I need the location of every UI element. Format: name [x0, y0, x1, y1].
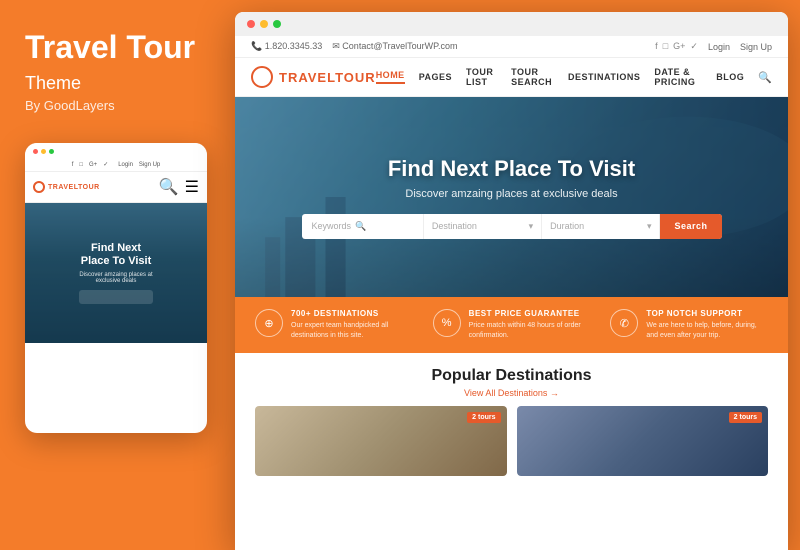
feature-destinations: ⊕ 700+ DESTINATIONS Our expert team hand…	[255, 309, 413, 341]
dropdown-chevron: ▾	[529, 221, 534, 232]
mobile-search-bar	[79, 290, 152, 304]
site-logo: TRAVELTOUR	[251, 66, 376, 88]
hero-content: Find Next Place To Visit Discover amzain…	[302, 156, 722, 239]
menu-item-tourlist[interactable]: TOUR LIST	[466, 67, 497, 87]
nav-search-icon[interactable]: 🔍	[758, 71, 772, 84]
theme-subtitle: Theme	[25, 73, 81, 94]
keywords-search-icon: 🔍	[355, 221, 366, 232]
mobile-social-g: G+	[89, 162, 97, 168]
destination-card-1[interactable]: 2 tours	[255, 406, 507, 476]
menu-item-blog[interactable]: BLOG	[716, 72, 744, 82]
signup-link[interactable]: Sign Up	[740, 42, 772, 52]
mobile-logo-icon	[33, 181, 45, 193]
mobile-dot-green	[49, 149, 54, 154]
destination-card-2[interactable]: 2 tours	[517, 406, 769, 476]
mobile-social-f: f	[72, 162, 74, 168]
mobile-login: Login	[118, 162, 133, 168]
chrome-dot-yellow	[260, 20, 268, 28]
menu-item-home[interactable]: HOME	[376, 70, 405, 84]
desktop-mockup: 📞 1.820.3345.33 ✉ Contact@TravelTourWP.c…	[235, 12, 788, 550]
feature-support-title: TOP NOTCH SUPPORT	[646, 309, 768, 318]
menu-item-datepricing[interactable]: DATE & PRICING	[654, 67, 702, 87]
main-menu: HOME PAGES TOUR LIST TOUR SEARCH DESTINA…	[376, 67, 772, 87]
destinations-grid: 2 tours 2 tours	[255, 406, 768, 476]
mobile-nav-icons: 🔍 ☰	[159, 177, 199, 197]
mobile-hero-content: Find NextPlace To Visit Discover amzaing…	[79, 242, 152, 304]
mobile-chrome	[25, 143, 207, 158]
popular-header: Popular Destinations View All Destinatio…	[255, 367, 768, 398]
mobile-dot-red	[33, 149, 38, 154]
logo-text: TRAVELTOUR	[279, 70, 376, 85]
destination-dropdown[interactable]: Destination ▾	[424, 214, 542, 239]
feature-destinations-text: 700+ DESTINATIONS Our expert team handpi…	[291, 309, 413, 341]
logo-circle-icon	[251, 66, 273, 88]
keywords-field[interactable]: Keywords 🔍	[302, 214, 424, 239]
feature-price-title: BEST PRICE GUARANTEE	[469, 309, 591, 318]
mobile-social-t: ✓	[103, 161, 108, 168]
social-icons: f □ G+ ✓	[655, 41, 698, 52]
hero-subtitle: Discover amzaing places at exclusive dea…	[302, 188, 722, 200]
dest-badge-1: 2 tours	[467, 412, 500, 423]
window-chrome	[235, 12, 788, 36]
site-topbar: 📞 1.820.3345.33 ✉ Contact@TravelTourWP.c…	[235, 36, 788, 58]
social-instagram-icon[interactable]: □	[663, 41, 668, 52]
theme-title: Travel Tour	[25, 30, 195, 65]
price-icon: %	[433, 309, 461, 337]
mobile-dots	[33, 149, 54, 154]
feature-price: % BEST PRICE GUARANTEE Price match withi…	[433, 309, 591, 341]
popular-section: Popular Destinations View All Destinatio…	[235, 353, 788, 550]
dropdown-chevron2: ▾	[647, 221, 652, 232]
mobile-hero-title: Find NextPlace To Visit	[79, 242, 152, 268]
mobile-hero-subtitle: Discover amzaing places atexclusive deal…	[79, 272, 152, 284]
hero-title: Find Next Place To Visit	[302, 156, 722, 182]
login-link[interactable]: Login	[708, 42, 730, 52]
menu-item-toursearch[interactable]: TOUR SEARCH	[511, 67, 554, 87]
feature-strip: ⊕ 700+ DESTINATIONS Our expert team hand…	[235, 297, 788, 353]
dest-badge-2: 2 tours	[729, 412, 762, 423]
mobile-logo-text: TRAVELTOUR	[48, 184, 100, 191]
topbar-right: f □ G+ ✓ Login Sign Up	[655, 41, 772, 52]
feature-destinations-title: 700+ DESTINATIONS	[291, 309, 413, 318]
mobile-search-icon[interactable]: 🔍	[159, 177, 179, 197]
social-facebook-icon[interactable]: f	[655, 41, 658, 52]
social-google-icon[interactable]: G+	[673, 41, 685, 52]
menu-item-pages[interactable]: PAGES	[419, 72, 452, 82]
mobile-mockup: f □ G+ ✓ Login Sign Up TRAVELTOUR 🔍 ☰ Fi…	[25, 143, 207, 433]
feature-support: ✆ TOP NOTCH SUPPORT We are here to help,…	[610, 309, 768, 341]
mobile-menu-icon[interactable]: ☰	[185, 177, 199, 197]
email-address: ✉ Contact@TravelTourWP.com	[332, 41, 457, 52]
phone-number: 📞 1.820.3345.33	[251, 41, 322, 52]
mobile-topbar: f □ G+ ✓ Login Sign Up	[25, 158, 207, 172]
site-nav: TRAVELTOUR HOME PAGES TOUR LIST TOUR SEA…	[235, 58, 788, 97]
topbar-left: 📞 1.820.3345.33 ✉ Contact@TravelTourWP.c…	[251, 41, 457, 52]
search-button[interactable]: Search	[660, 214, 721, 239]
feature-destinations-desc: Our expert team handpicked all destinati…	[291, 321, 413, 341]
theme-by: By GoodLayers	[25, 98, 115, 113]
chrome-dot-red	[247, 20, 255, 28]
mobile-hero: Find NextPlace To Visit Discover amzaing…	[25, 203, 207, 343]
site-hero: Find Next Place To Visit Discover amzain…	[235, 97, 788, 297]
destinations-icon: ⊕	[255, 309, 283, 337]
feature-price-desc: Price match within 48 hours of order con…	[469, 321, 591, 341]
social-twitter-icon[interactable]: ✓	[690, 41, 698, 52]
support-icon: ✆	[610, 309, 638, 337]
feature-support-text: TOP NOTCH SUPPORT We are here to help, b…	[646, 309, 768, 341]
feature-support-desc: We are here to help, before, during, and…	[646, 321, 768, 341]
menu-item-destinations[interactable]: DESTINATIONS	[568, 72, 640, 82]
duration-dropdown[interactable]: Duration ▾	[542, 214, 660, 239]
feature-price-text: BEST PRICE GUARANTEE Price match within …	[469, 309, 591, 341]
mobile-signup: Sign Up	[139, 162, 160, 168]
popular-title: Popular Destinations	[255, 367, 768, 385]
mobile-dot-yellow	[41, 149, 46, 154]
mobile-social-sq: □	[79, 162, 83, 168]
mobile-nav: TRAVELTOUR 🔍 ☰	[25, 172, 207, 203]
view-all-link[interactable]: View All Destinations →	[255, 388, 768, 398]
hero-search-bar: Keywords 🔍 Destination ▾ Duration ▾ Sear…	[302, 214, 722, 239]
left-panel: Travel Tour Theme By GoodLayers f □ G+ ✓…	[0, 0, 235, 550]
chrome-dot-green	[273, 20, 281, 28]
mobile-logo: TRAVELTOUR	[33, 181, 100, 193]
